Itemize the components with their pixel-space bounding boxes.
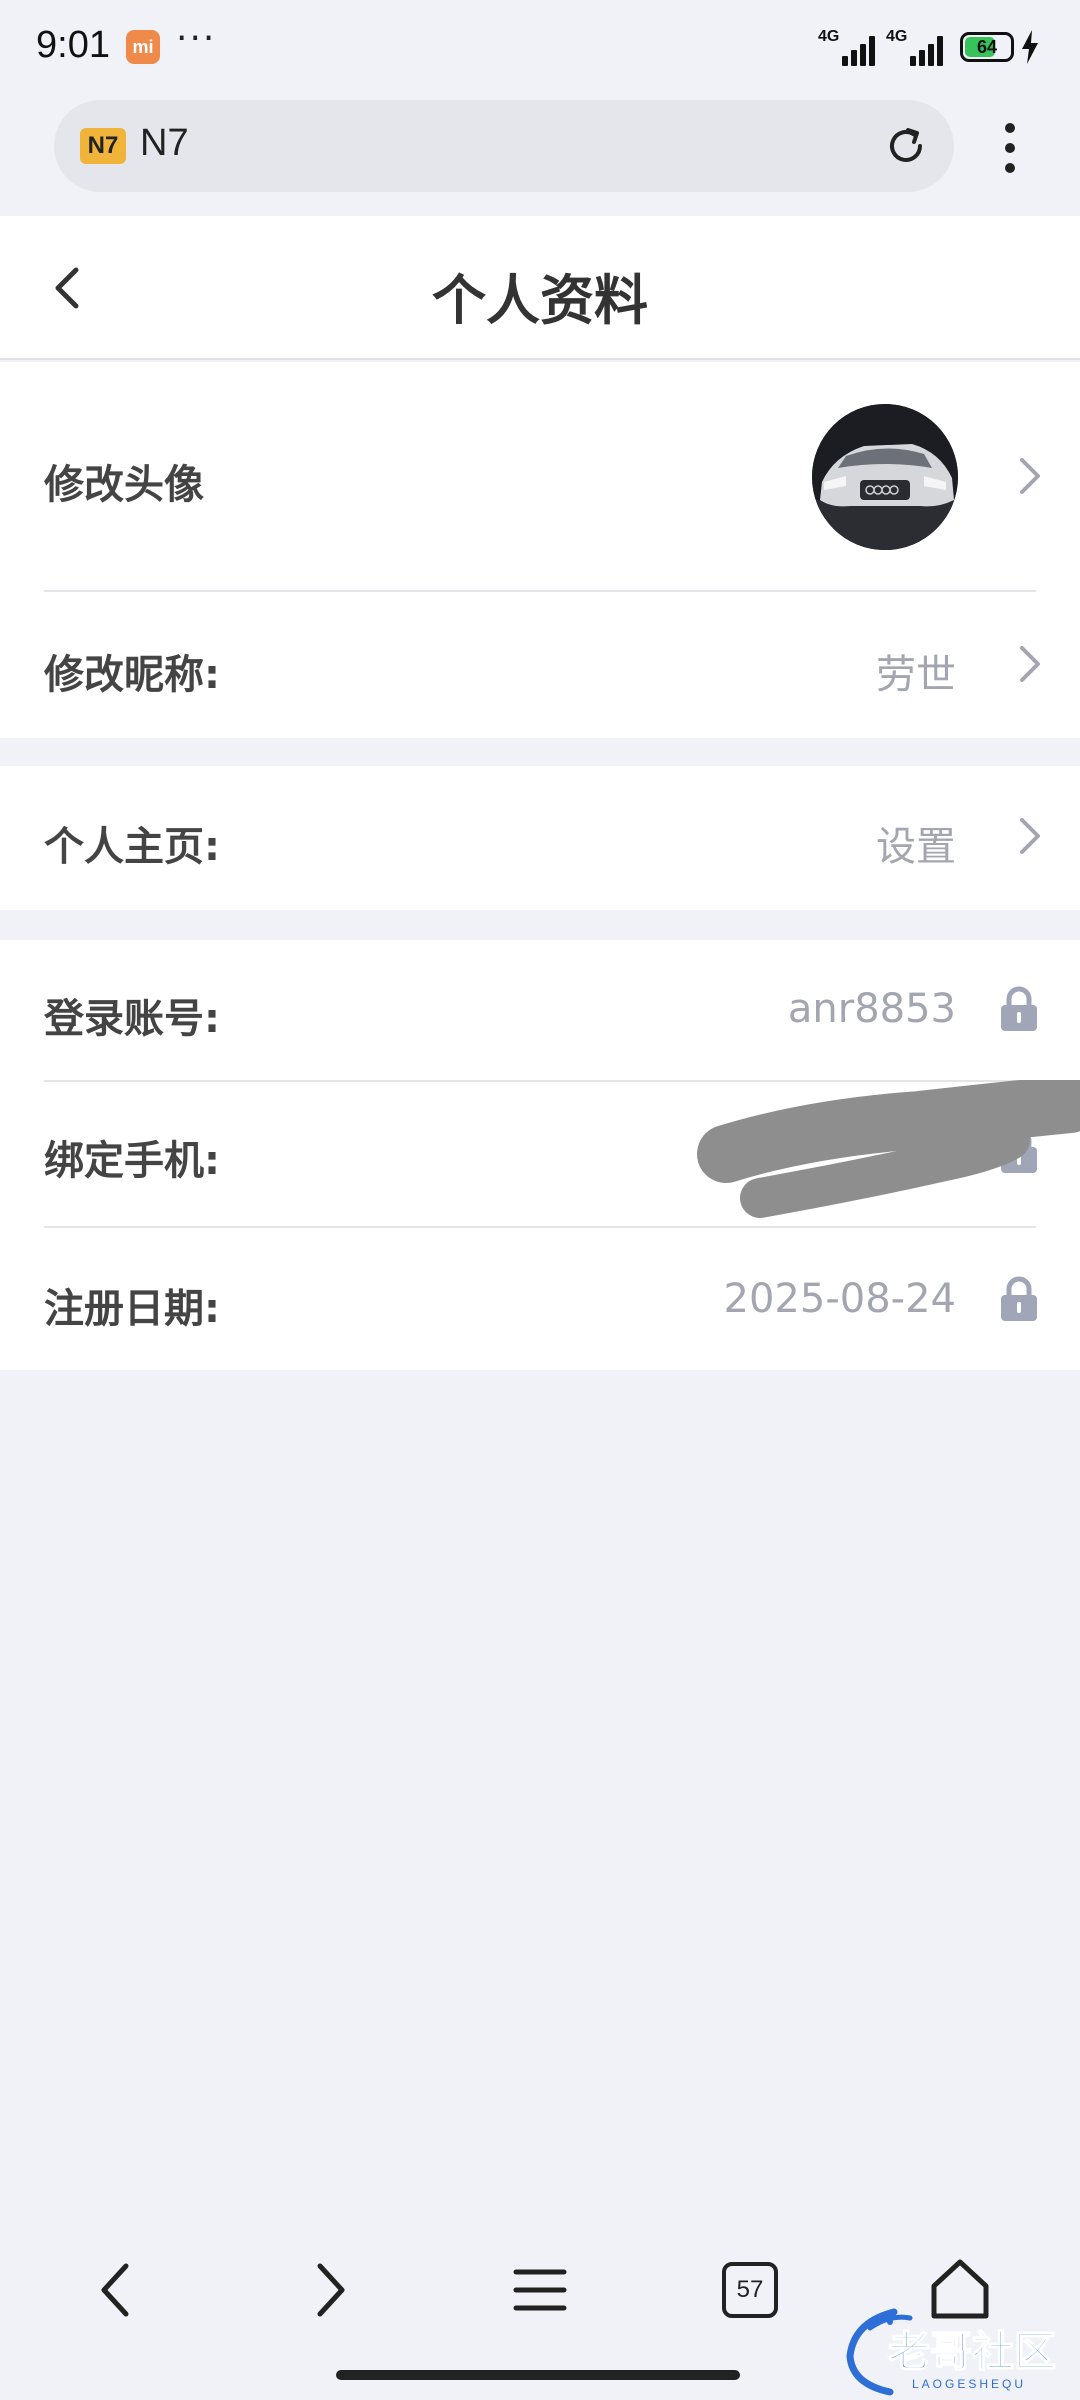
- watermark-logo: 老哥社区 LAOGESHEQU: [846, 2308, 1057, 2396]
- homepage-label: 个人主页:: [44, 824, 220, 870]
- homepage-row[interactable]: 个人主页: 设置: [0, 766, 1080, 910]
- menu-icon[interactable]: [500, 2250, 580, 2330]
- avatar[interactable]: [812, 404, 958, 550]
- status-bar: 9:01 mi ··· 4G 4G 64: [0, 0, 1080, 96]
- phone-label: 绑定手机:: [44, 1138, 220, 1184]
- homepage-value: 设置: [876, 824, 956, 870]
- home-indicator: [336, 2370, 740, 2380]
- url-text[interactable]: N7: [140, 122, 189, 165]
- chevron-right-icon: [1020, 818, 1040, 854]
- nickname-label: 修改昵称:: [44, 652, 220, 698]
- watermark-subtext: LAOGESHEQU: [912, 2377, 1026, 2391]
- homepage-section: 个人主页: 设置: [0, 766, 1080, 910]
- page-title: 个人资料: [432, 269, 648, 332]
- lock-icon: [1001, 986, 1037, 1031]
- redaction-scribble: [697, 1080, 1080, 1218]
- signal-icon-2: 4G: [886, 28, 950, 68]
- register-date-row: 注册日期: 2025-08-24: [0, 1228, 1080, 1370]
- site-logo: N7: [80, 128, 126, 164]
- forward-icon[interactable]: [288, 2250, 368, 2330]
- avatar-label: 修改头像: [44, 462, 204, 508]
- account-label: 登录账号:: [44, 996, 220, 1042]
- nickname-value: 劳世: [876, 652, 956, 698]
- notification-more-icon: ···: [176, 18, 217, 59]
- avatar-car-image: [812, 404, 958, 550]
- address-bar[interactable]: N7 N7: [54, 100, 954, 192]
- chevron-right-icon: [1020, 646, 1040, 682]
- status-time: 9:01: [36, 24, 110, 66]
- battery-level: 64: [976, 37, 998, 57]
- battery-icon: 64: [960, 32, 1014, 62]
- charging-icon: [1022, 30, 1038, 64]
- reload-icon[interactable]: [882, 122, 930, 170]
- back-icon[interactable]: [78, 2250, 158, 2330]
- register-date-label: 注册日期:: [44, 1286, 220, 1332]
- more-vertical-icon[interactable]: [986, 118, 1034, 178]
- signal-icon-1: 4G: [818, 28, 882, 68]
- page-header: 个人资料: [0, 216, 1080, 360]
- mi-app-icon: mi: [126, 30, 160, 64]
- nickname-row[interactable]: 修改昵称: 劳世: [0, 592, 1080, 738]
- account-value: anr8853: [787, 986, 956, 1032]
- account-row: 登录账号: anr8853: [0, 940, 1080, 1080]
- tabs-button[interactable]: 57: [722, 2262, 778, 2318]
- register-date-value: 2025-08-24: [723, 1276, 956, 1322]
- watermark-text: 老哥社区: [888, 2327, 1056, 2376]
- lock-icon: [1001, 1276, 1037, 1321]
- chevron-right-icon: [1020, 458, 1040, 494]
